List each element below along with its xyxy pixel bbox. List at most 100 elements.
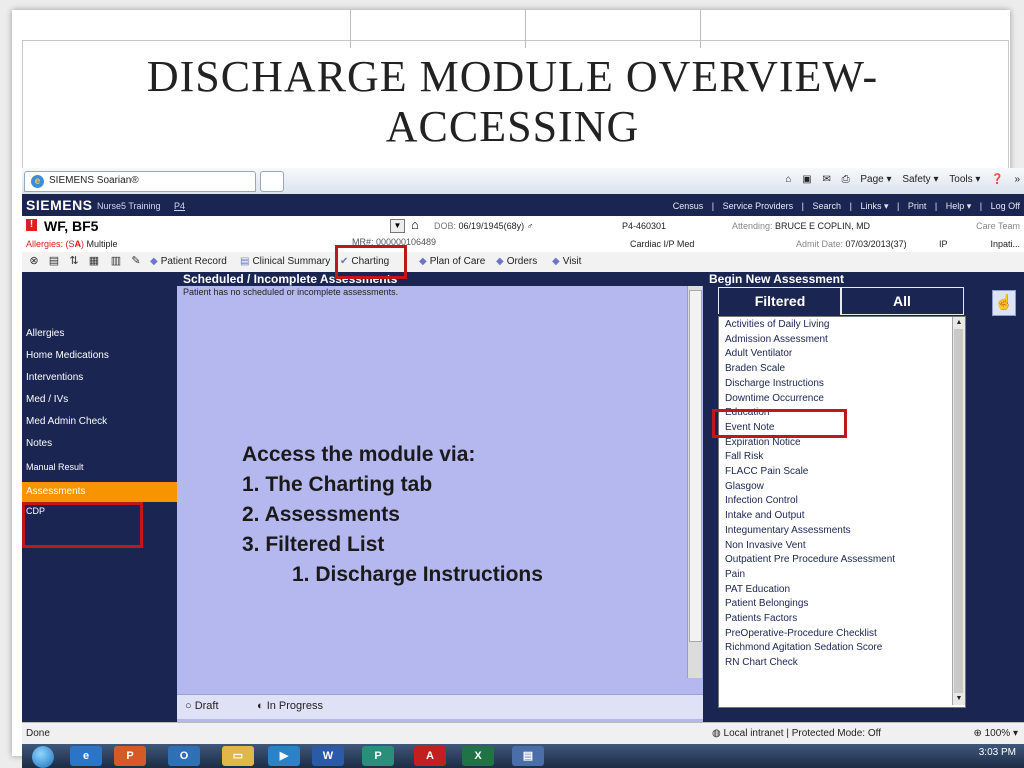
assessment-item[interactable]: Adult Ventilator xyxy=(725,348,792,359)
pointer-hand-icon[interactable]: ☝ xyxy=(992,290,1016,316)
assessment-item[interactable]: Glasgow xyxy=(725,481,764,492)
clock[interactable]: 3:03 PM xyxy=(979,747,1016,758)
assessment-item[interactable]: Braden Scale xyxy=(725,363,785,374)
scrollbar-thumb[interactable] xyxy=(689,290,702,642)
toolbar-page[interactable]: Page ▾ xyxy=(860,174,891,185)
new-tab-button[interactable] xyxy=(260,171,284,192)
clinical-summary-icon: ▤ xyxy=(240,256,250,267)
status-legend: ○ Draft ◐ In Progress xyxy=(177,694,703,719)
tab-clinical-summary[interactable]: ▤ Clinical Summary xyxy=(240,256,330,267)
scroll-up-icon[interactable]: ▲ xyxy=(954,318,964,328)
assessment-list-scrollbar[interactable]: ▲ ▼ xyxy=(952,317,965,705)
separator: | xyxy=(711,201,715,211)
edit-icon[interactable]: ✎ xyxy=(130,255,142,267)
alert-icon[interactable]: ! xyxy=(26,219,37,231)
ie-taskbar-icon[interactable]: e xyxy=(70,746,102,766)
log-off-link[interactable]: Log Off xyxy=(991,201,1020,211)
attending-label: Attending: xyxy=(732,221,773,231)
home-icon[interactable]: ⌂ xyxy=(785,174,791,185)
scrollbar-thumb[interactable] xyxy=(954,329,963,693)
assessment-item[interactable]: Activities of Daily Living xyxy=(725,319,829,330)
folder-taskbar-icon[interactable]: ▭ xyxy=(222,746,254,766)
media-taskbar-icon[interactable]: ▶ xyxy=(268,746,300,766)
tab-filtered[interactable]: Filtered xyxy=(718,287,842,314)
start-button[interactable] xyxy=(32,746,54,768)
assessment-item[interactable]: Discharge Instructions xyxy=(725,378,824,389)
sidebar-item-notes[interactable]: Notes xyxy=(26,438,52,449)
help-icon[interactable]: ❓ xyxy=(991,174,1003,185)
tab-patient-record[interactable]: ◆ Patient Record xyxy=(150,256,227,267)
search-link[interactable]: Search xyxy=(813,201,842,211)
assessment-item[interactable]: Expiration Notice xyxy=(725,437,801,448)
browser-tab[interactable]: e SIEMENS Soarian® xyxy=(24,171,256,192)
sidebar-item-allergies[interactable]: Allergies xyxy=(26,328,64,339)
location: Cardiac I/P Med xyxy=(630,239,695,249)
encounter-number: P4-460301 xyxy=(622,221,667,231)
help-menu[interactable]: Help ▾ xyxy=(946,201,972,211)
tab-all[interactable]: All xyxy=(840,287,964,315)
tab-label: Clinical Summary xyxy=(252,256,331,267)
sidebar-item-manual-result[interactable]: Manual Result xyxy=(26,462,84,472)
links-menu[interactable]: Links ▾ xyxy=(860,201,888,211)
print-link[interactable]: Print xyxy=(908,201,927,211)
assessment-item[interactable]: Patient Belongings xyxy=(725,598,808,609)
collapse-icon[interactable]: ⊗ xyxy=(28,255,40,267)
toolbar-safety[interactable]: Safety ▾ xyxy=(902,174,938,185)
allergies[interactable]: Allergies: (SA) Multiple xyxy=(26,239,118,249)
browser-bar: e SIEMENS Soarian® ⌂ ▣ ✉ ⎙ Page ▾ Safety… xyxy=(22,168,1024,195)
assessment-item[interactable]: Patients Factors xyxy=(725,613,797,624)
discharge-instructions-highlight xyxy=(712,409,847,438)
service-providers-link[interactable]: Service Providers xyxy=(723,201,794,211)
calculator-icon[interactable]: ▦ xyxy=(88,255,100,267)
patient-dropdown-button[interactable]: ▼ xyxy=(390,219,405,233)
app-taskbar-icon[interactable]: ▤ xyxy=(512,746,544,766)
assessment-item[interactable]: Richmond Agitation Sedation Score xyxy=(725,642,882,653)
toolbar-tools[interactable]: Tools ▾ xyxy=(949,174,980,185)
dob-label: DOB: xyxy=(434,221,457,231)
home-icon[interactable]: ⌂ xyxy=(411,217,419,232)
assessment-item[interactable]: RN Chart Check xyxy=(725,657,798,668)
mail-icon[interactable]: ✉ xyxy=(822,174,830,185)
outlook-taskbar-icon[interactable]: O xyxy=(168,746,200,766)
feeds-icon[interactable]: ▣ xyxy=(802,174,811,185)
document-icon[interactable]: ▤ xyxy=(48,255,60,267)
census-link[interactable]: Census xyxy=(673,201,704,211)
assessment-item[interactable]: PreOperative-Procedure Checklist xyxy=(725,628,877,639)
assessment-item[interactable]: Admission Assessment xyxy=(725,334,828,345)
browser-toolbar: ⌂ ▣ ✉ ⎙ Page ▾ Safety ▾ Tools ▾ ❓ » xyxy=(777,174,1020,185)
scheduled-scrollbar[interactable] xyxy=(687,286,702,678)
assessment-item[interactable]: Non Invasive Vent xyxy=(725,540,806,551)
assessment-item[interactable]: Integumentary Assessments xyxy=(725,525,851,536)
slide-title: DISCHARGE MODULE OVERVIEW- ACCESSING xyxy=(60,52,965,152)
care-team-link[interactable]: Care Team xyxy=(976,221,1020,231)
print-icon[interactable]: ⎙ xyxy=(842,174,850,185)
assessment-item[interactable]: Outpatient Pre Procedure Assessment xyxy=(725,554,895,565)
form-icon[interactable]: ▥ xyxy=(110,255,122,267)
sidebar-item-assessments[interactable]: Assessments xyxy=(22,482,177,502)
excel-taskbar-icon[interactable]: X xyxy=(462,746,494,766)
sidebar-item-interventions[interactable]: Interventions xyxy=(26,372,83,383)
assessment-item[interactable]: PAT Education xyxy=(725,584,790,595)
assessment-item[interactable]: Pain xyxy=(725,569,745,580)
zoom-icon: ⊕ xyxy=(973,728,982,739)
sidebar-item-med-admin-check[interactable]: Med Admin Check xyxy=(26,416,107,427)
sidebar-item-med-ivs[interactable]: Med / IVs xyxy=(26,394,68,405)
scroll-down-icon[interactable]: ▼ xyxy=(954,694,964,704)
word-taskbar-icon[interactable]: W xyxy=(312,746,344,766)
acrobat-taskbar-icon[interactable]: A xyxy=(414,746,446,766)
zoom-control[interactable]: ⊕ 100% ▾ xyxy=(973,728,1018,739)
assessment-item[interactable]: Downtime Occurrence xyxy=(725,393,824,404)
sidebar-item-home-medications[interactable]: Home Medications xyxy=(26,350,109,361)
assessment-item[interactable]: Intake and Output xyxy=(725,510,805,521)
toolbar-chevron[interactable]: » xyxy=(1014,174,1020,185)
assessment-item[interactable]: Infection Control xyxy=(725,495,798,506)
tab-orders[interactable]: ◆ Orders xyxy=(496,256,537,267)
assessment-item[interactable]: FLACC Pain Scale xyxy=(725,466,808,477)
facility-link[interactable]: P4 xyxy=(174,201,185,211)
transfer-icon[interactable]: ⇅ xyxy=(68,255,80,267)
tab-plan-of-care[interactable]: ◆ Plan of Care xyxy=(419,256,485,267)
assessment-item[interactable]: Fall Risk xyxy=(725,451,763,462)
powerpoint-taskbar-icon[interactable]: P xyxy=(114,746,146,766)
publisher-taskbar-icon[interactable]: P xyxy=(362,746,394,766)
tab-visit[interactable]: ◆ Visit xyxy=(552,256,581,267)
